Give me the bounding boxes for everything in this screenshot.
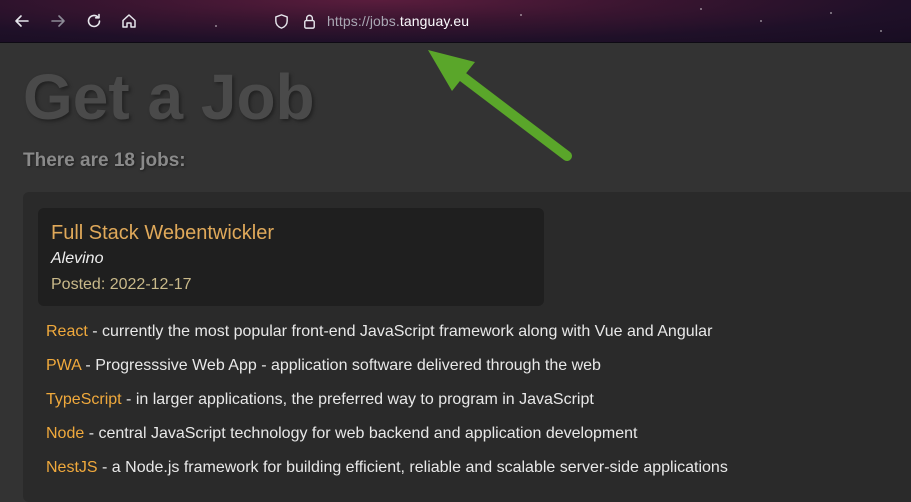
back-icon — [15, 15, 29, 27]
tracking-protection-shield-icon[interactable] — [272, 12, 290, 30]
url-host: tanguay.eu — [399, 13, 470, 29]
page-title: Get a Job — [23, 61, 315, 133]
list-item: PWA - Progresssive Web App - application… — [46, 356, 728, 390]
skill-name[interactable]: React — [46, 323, 88, 340]
url-text[interactable]: https://jobs.tanguay.eu — [327, 13, 469, 29]
skill-name[interactable]: TypeScript — [46, 391, 122, 408]
job-posted-date: Posted: 2022-12-17 — [51, 276, 192, 294]
job-title[interactable]: Full Stack Webentwickler — [51, 222, 274, 245]
skill-description: - a Node.js framework for building effic… — [97, 459, 728, 476]
skill-description: - currently the most popular front-end J… — [87, 323, 713, 340]
skill-name[interactable]: Node — [46, 425, 84, 442]
url-bar[interactable]: https://jobs.tanguay.eu — [262, 6, 902, 36]
forward-icon — [51, 15, 65, 27]
reload-button[interactable] — [82, 9, 106, 33]
browser-toolbar: https://jobs.tanguay.eu — [0, 0, 911, 43]
skill-description: - Progresssive Web App - application sof… — [80, 357, 601, 374]
url-scheme: https:// — [327, 13, 370, 29]
home-icon — [122, 14, 136, 28]
home-button[interactable] — [117, 9, 141, 33]
back-button[interactable] — [10, 9, 34, 33]
job-company: Alevino — [51, 250, 104, 267]
skill-description: - central JavaScript technology for web … — [84, 425, 638, 442]
forward-button[interactable] — [46, 9, 70, 33]
skill-name[interactable]: NestJS — [46, 459, 98, 476]
list-item: TypeScript - in larger applications, the… — [46, 390, 728, 424]
lock-icon[interactable] — [300, 12, 318, 30]
list-item: Node - central JavaScript technology for… — [46, 424, 728, 458]
skill-list: React - currently the most popular front… — [46, 322, 728, 492]
skill-description: - in larger applications, the preferred … — [121, 391, 594, 408]
job-count-heading: There are 18 jobs: — [23, 150, 186, 171]
list-item: React - currently the most popular front… — [46, 322, 728, 356]
list-item: NestJS - a Node.js framework for buildin… — [46, 458, 728, 492]
job-posted-label: Posted: — [51, 276, 106, 293]
skill-name[interactable]: PWA — [46, 357, 81, 374]
url-subdomain: jobs. — [369, 13, 400, 29]
job-posted-value: 2022-12-17 — [109, 276, 192, 293]
reload-icon — [87, 13, 101, 28]
